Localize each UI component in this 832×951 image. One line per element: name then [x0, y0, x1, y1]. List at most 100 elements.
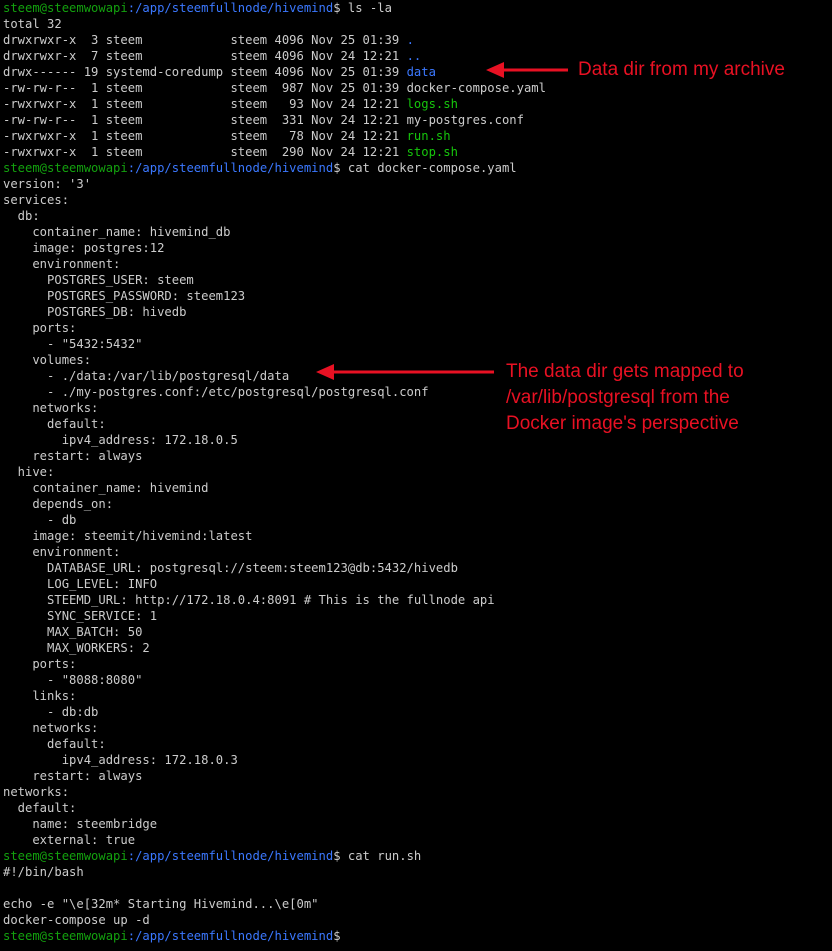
prompt-symbol: $ [333, 1, 341, 15]
compose-line-text: DATABASE_URL: postgresql://steem:steem12… [3, 561, 458, 575]
compose-line-text: ipv4_address: 172.18.0.3 [3, 753, 238, 767]
compose-line-text: SYNC_SERVICE: 1 [3, 609, 158, 623]
compose-line: default: [3, 736, 829, 752]
compose-line: name: steembridge [3, 816, 829, 832]
compose-line-text: ports: [3, 321, 77, 335]
compose-line-text: default: [3, 737, 106, 751]
compose-line: container_name: hivemind [3, 480, 829, 496]
compose-line: external: true [3, 832, 829, 848]
compose-line-text: ipv4_address: 172.18.0.5 [3, 433, 238, 447]
compose-line-text: volumes: [3, 353, 92, 367]
compose-line: environment: [3, 256, 829, 272]
compose-line-text: image: steemit/hivemind:latest [3, 529, 253, 543]
compose-line: ports: [3, 320, 829, 336]
compose-line: version: '3' [3, 176, 829, 192]
prompt-path: :/app/steemfullnode/hivemind [127, 849, 334, 863]
compose-line-text: - "8088:8080" [3, 673, 143, 687]
annotation-data-dir: Data dir from my archive [578, 59, 785, 80]
terminal-output[interactable]: steem@steemwowapi:/app/steemfullnode/hiv… [3, 0, 829, 951]
compose-line-text: name: steembridge [3, 817, 158, 831]
compose-line: LOG_LEVEL: INFO [3, 576, 829, 592]
compose-line: POSTGRES_USER: steem [3, 272, 829, 288]
command-text: cat docker-compose.yaml [340, 161, 517, 175]
listing-row-meta: -rw-rw-r-- 1 steem steem 331 Nov 24 12:2… [3, 113, 407, 127]
run-line [3, 880, 829, 896]
compose-line: image: steemit/hivemind:latest [3, 528, 829, 544]
compose-line: container_name: hivemind_db [3, 224, 829, 240]
compose-line-text: image: postgres:12 [3, 241, 165, 255]
listing-row: -rw-rw-r-- 1 steem steem 331 Nov 24 12:2… [3, 112, 829, 128]
compose-line-text: container_name: hivemind [3, 481, 209, 495]
compose-line-text: LOG_LEVEL: INFO [3, 577, 158, 591]
compose-line-text: STEEMD_URL: http://172.18.0.4:8091 # Thi… [3, 593, 495, 607]
compose-line: links: [3, 688, 829, 704]
prompt-symbol: $ [333, 929, 341, 943]
compose-line-text: external: true [3, 833, 136, 847]
listing-total-text: total 32 [3, 17, 62, 31]
compose-line: db: [3, 208, 829, 224]
compose-line-text: default: [3, 801, 77, 815]
listing-row-filename: run.sh [406, 129, 451, 143]
compose-line-text: links: [3, 689, 77, 703]
compose-line: SYNC_SERVICE: 1 [3, 608, 829, 624]
annotation-volume-mapping: The data dir gets mapped to /var/lib/pos… [506, 361, 744, 434]
compose-line-text: restart: always [3, 769, 143, 783]
compose-line-text: - "5432:5432" [3, 337, 143, 351]
run-line-text: echo -e "\e[32m* Starting Hivemind...\e[… [3, 897, 319, 911]
prompt-user: steem@steemwowapi [3, 849, 128, 863]
run-line: docker-compose up -d [3, 912, 829, 928]
compose-line: networks: [3, 720, 829, 736]
compose-line-text: version: '3' [3, 177, 92, 191]
prompt-path: :/app/steemfullnode/hivemind [127, 929, 334, 943]
compose-line: services: [3, 192, 829, 208]
prompt-line: steem@steemwowapi:/app/steemfullnode/hiv… [3, 928, 829, 944]
run-line-text: docker-compose up -d [3, 913, 150, 927]
compose-line: depends_on: [3, 496, 829, 512]
compose-line: restart: always [3, 448, 829, 464]
prompt-path: :/app/steemfullnode/hivemind [127, 161, 334, 175]
listing-row-filename: docker-compose.yaml [406, 81, 546, 95]
compose-line-text: POSTGRES_DB: hivedb [3, 305, 187, 319]
listing-row-filename: data [406, 65, 436, 79]
listing-row: -rwxrwxr-x 1 steem steem 78 Nov 24 12:21… [3, 128, 829, 144]
listing-row-meta: drwx------ 19 systemd-coredump steem 409… [3, 65, 407, 79]
listing-row-filename: . [406, 33, 414, 47]
compose-line-text: - ./my-postgres.conf:/etc/postgresql/pos… [3, 385, 429, 399]
compose-line-text: MAX_WORKERS: 2 [3, 641, 150, 655]
compose-line: default: [3, 800, 829, 816]
listing-row-meta: -rwxrwxr-x 1 steem steem 93 Nov 24 12:21 [3, 97, 407, 111]
listing-row: -rwxrwxr-x 1 steem steem 93 Nov 24 12:21… [3, 96, 829, 112]
listing-total: total 32 [3, 16, 829, 32]
compose-line-text: environment: [3, 257, 121, 271]
compose-line-text: db: [3, 209, 40, 223]
listing-row-filename: logs.sh [406, 97, 458, 111]
compose-line: restart: always [3, 768, 829, 784]
compose-line-text: - db:db [3, 705, 99, 719]
prompt-path: :/app/steemfullnode/hivemind [127, 1, 334, 15]
compose-line-text: container_name: hivemind_db [3, 225, 231, 239]
command-text: ls -la [340, 1, 392, 15]
compose-line-text: hive: [3, 465, 55, 479]
compose-line: - db:db [3, 704, 829, 720]
prompt-symbol: $ [333, 849, 341, 863]
compose-line-text: services: [3, 193, 70, 207]
compose-line-text: POSTGRES_PASSWORD: steem123 [3, 289, 246, 303]
listing-row-meta: -rw-rw-r-- 1 steem steem 987 Nov 25 01:3… [3, 81, 407, 95]
compose-line: MAX_WORKERS: 2 [3, 640, 829, 656]
listing-row-filename: stop.sh [406, 145, 458, 159]
compose-line: POSTGRES_PASSWORD: steem123 [3, 288, 829, 304]
run-line: echo -e "\e[32m* Starting Hivemind...\e[… [3, 896, 829, 912]
compose-line-text: POSTGRES_USER: steem [3, 273, 194, 287]
compose-line: ipv4_address: 172.18.0.3 [3, 752, 829, 768]
run-line: #!/bin/bash [3, 864, 829, 880]
command-text: cat run.sh [340, 849, 422, 863]
compose-line: STEEMD_URL: http://172.18.0.4:8091 # Thi… [3, 592, 829, 608]
compose-line: - "8088:8080" [3, 672, 829, 688]
listing-row-filename: .. [406, 49, 422, 63]
compose-line-text: networks: [3, 401, 99, 415]
listing-row: -rwxrwxr-x 1 steem steem 290 Nov 24 12:2… [3, 144, 829, 160]
listing-row: drwxrwxr-x 3 steem steem 4096 Nov 25 01:… [3, 32, 829, 48]
compose-line-text: ports: [3, 657, 77, 671]
compose-line: ports: [3, 656, 829, 672]
compose-line-text: restart: always [3, 449, 143, 463]
